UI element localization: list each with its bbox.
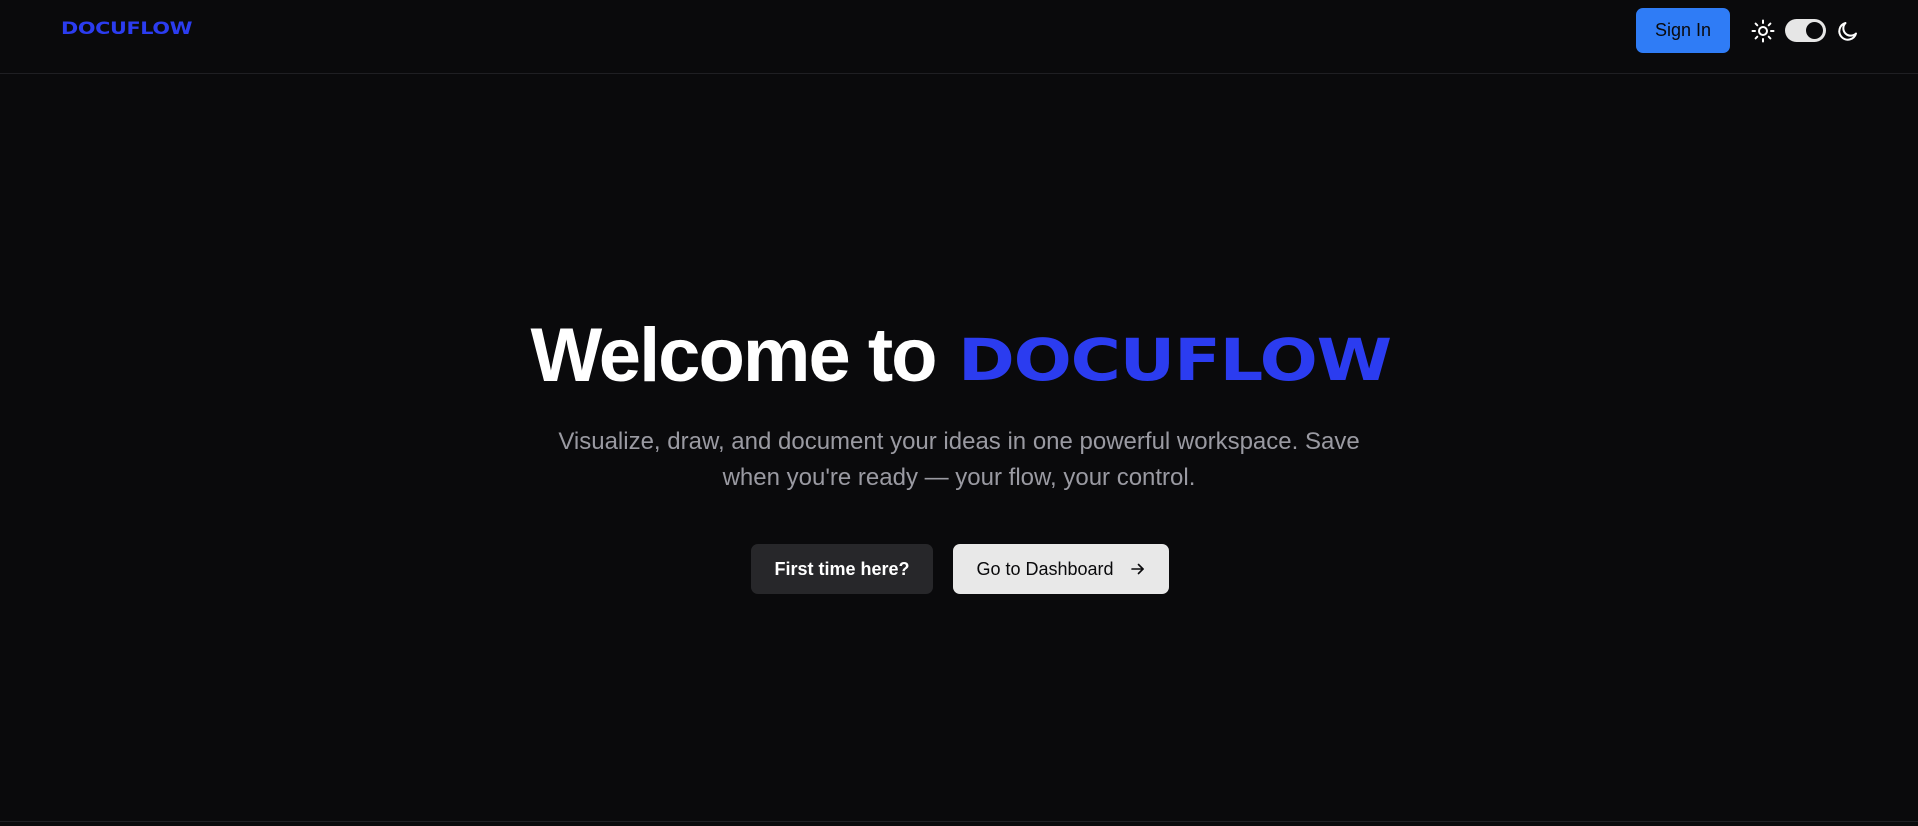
sun-icon[interactable] [1751, 19, 1775, 43]
arrow-right-icon [1130, 563, 1144, 575]
moon-icon[interactable] [1836, 19, 1860, 43]
hero-title-prefix: Welcome to [530, 312, 937, 398]
go-to-dashboard-button[interactable]: Go to Dashboard [953, 544, 1169, 594]
hero-subtitle: Visualize, draw, and document your ideas… [520, 424, 1398, 496]
hero-title-brand: DOCUFLOW [957, 326, 1392, 394]
first-time-button[interactable]: First time here? [751, 544, 933, 594]
theme-toggle[interactable] [1785, 19, 1826, 42]
top-navbar: DOCUFLOW Sign In [0, 0, 1918, 74]
toggle-knob [1806, 22, 1823, 39]
sign-in-button[interactable]: Sign In [1636, 8, 1730, 53]
hero-heading: Welcome to DOCUFLOW [0, 310, 1918, 400]
landing-page: DOCUFLOW Sign In Welcome to DOCUFLOW Vis… [0, 0, 1918, 826]
hero-subtitle-line-2: when you're ready — your flow, your cont… [722, 464, 1196, 491]
go-to-dashboard-label: Go to Dashboard [976, 558, 1114, 579]
brand-logo[interactable]: DOCUFLOW [61, 19, 193, 39]
hero-subtitle-line-1: Visualize, draw, and document your ideas… [558, 428, 1360, 455]
footer-divider [0, 821, 1918, 822]
